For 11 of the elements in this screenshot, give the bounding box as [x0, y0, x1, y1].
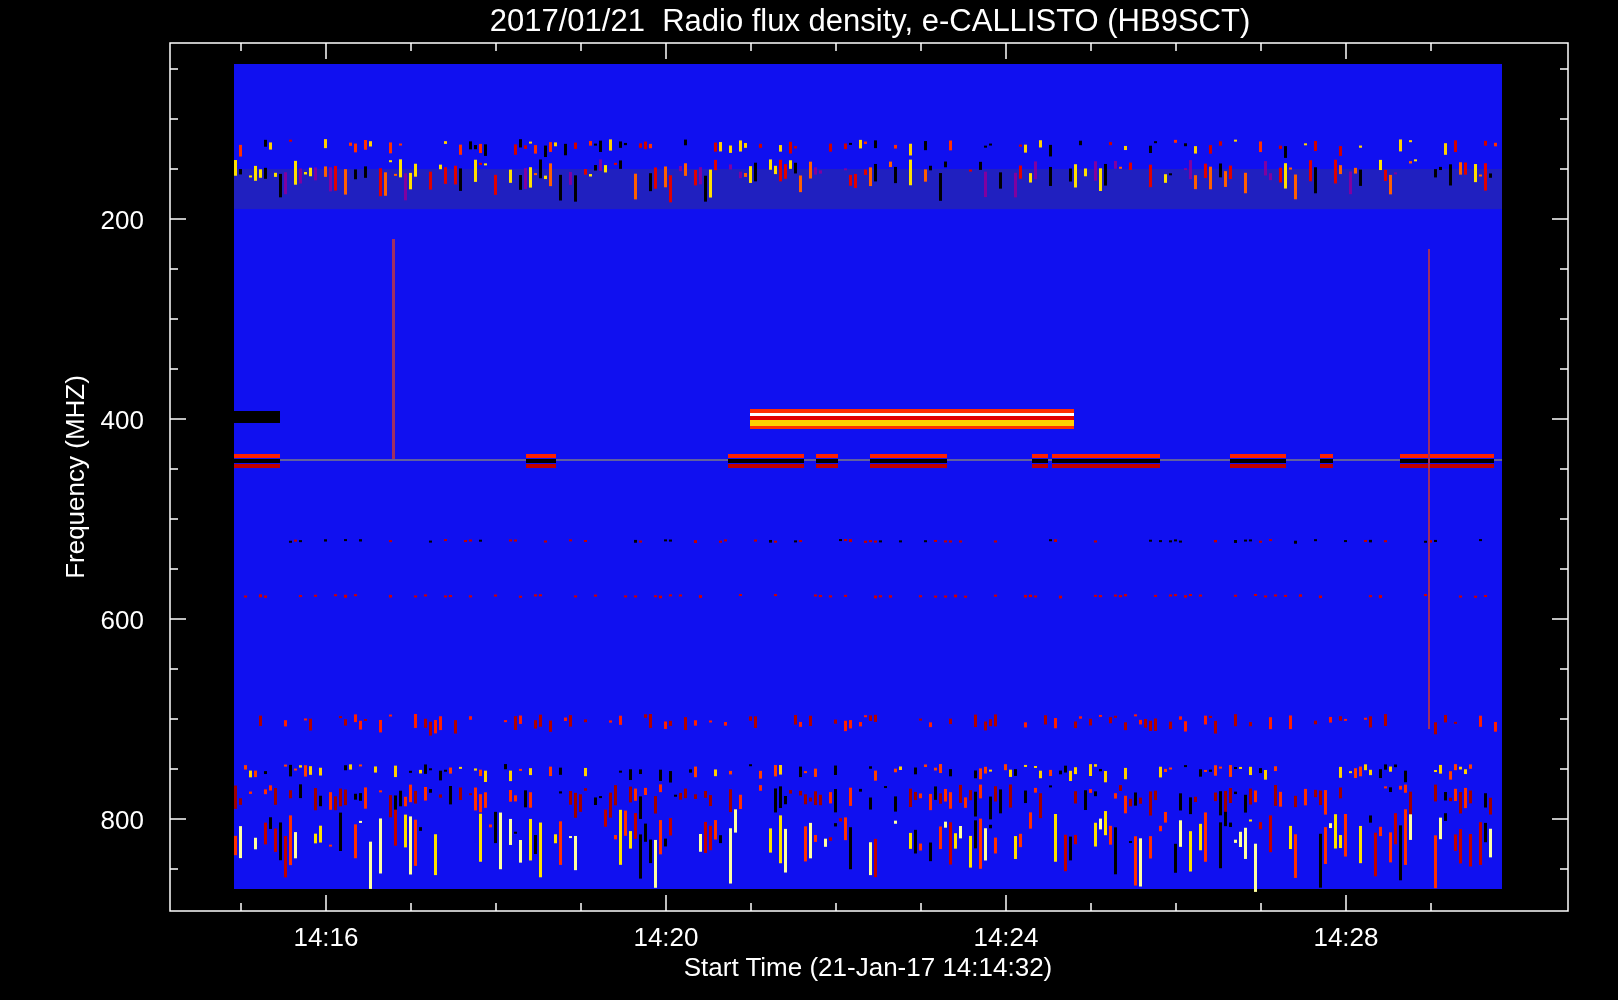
y-tick-label: 600 [100, 605, 144, 635]
x-tick-label: 14:24 [973, 922, 1039, 952]
x-tick-label: 14:16 [293, 922, 359, 952]
x-tick-label: 14:28 [1313, 922, 1379, 952]
y-tick-label: 400 [100, 405, 144, 435]
y-tick-label: 200 [100, 205, 144, 235]
chart-title: 2017/01/21 Radio flux density, e-CALLISTO (HB9SCT) [489, 3, 1251, 38]
y-tick-label: 800 [100, 805, 144, 835]
x-tick-label: 14:20 [633, 922, 699, 952]
y-axis-label: Frequency (MHZ) [60, 375, 90, 579]
x-axis-label: Start Time (21-Jan-17 14:14:32) [683, 952, 1053, 982]
